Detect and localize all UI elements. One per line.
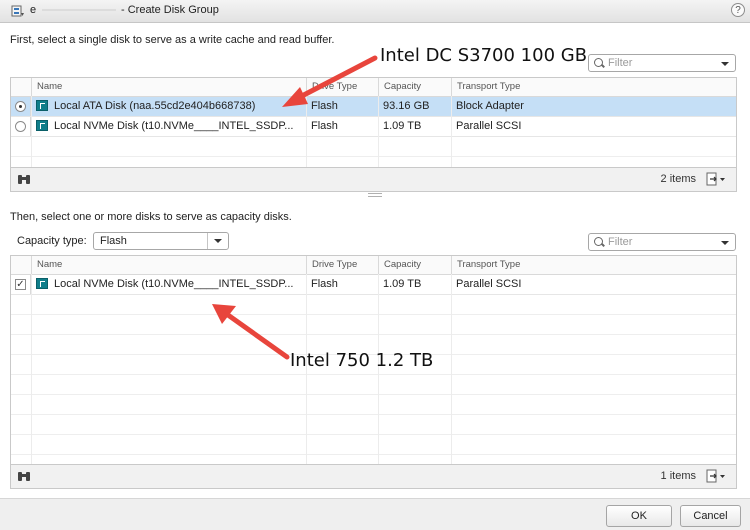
drive-type-cell: Flash (311, 278, 338, 290)
radio-button[interactable] (15, 121, 26, 132)
cache-filter-input[interactable]: Filter (588, 54, 736, 72)
empty-row (11, 395, 736, 415)
disk-name: Local NVMe Disk (t10.NVMe____INTEL_SSDP.… (54, 278, 294, 290)
annotation-top: Intel DC S3700 100 GB (380, 45, 588, 66)
capacity-instruction: Then, select one or more disks to serve … (10, 211, 292, 223)
table-row[interactable]: Local ATA Disk (naa.55cd2e404b668738) Fl… (11, 97, 736, 117)
capacity-cell: 93.16 GB (383, 100, 430, 112)
column-header-capacity[interactable]: Capacity (378, 256, 451, 274)
capacity-type-value: Flash (100, 235, 127, 247)
chevron-down-icon (214, 239, 222, 243)
capacity-table-header: Name Drive Type Capacity Transport Type (11, 256, 736, 275)
flash-disk-icon (36, 99, 48, 111)
empty-row (11, 435, 736, 455)
table-row[interactable]: Local NVMe Disk (t10.NVMe____INTEL_SSDP.… (11, 117, 736, 137)
empty-row (11, 137, 736, 157)
checkbox-checked[interactable]: ✓ (15, 279, 26, 290)
transport-type-cell: Parallel SCSI (456, 278, 522, 290)
column-header-transport-type[interactable]: Transport Type (451, 78, 736, 96)
chevron-down-icon[interactable] (721, 62, 729, 66)
redacted-host-name (42, 9, 116, 11)
ok-button[interactable]: OK (606, 505, 672, 527)
cache-instruction: First, select a single disk to serve as … (10, 34, 335, 46)
help-button[interactable]: ? (731, 3, 745, 17)
column-header-drive-type[interactable]: Drive Type (306, 256, 384, 274)
flash-disk-icon (36, 277, 48, 289)
capacity-type-label: Capacity type: (17, 235, 87, 247)
title-bar: e - Create Disk Group ? (0, 0, 750, 23)
chevron-down-icon[interactable] (721, 241, 729, 245)
disk-name: Local NVMe Disk (t10.NVMe____INTEL_SSDP.… (54, 120, 294, 132)
cache-table-footer: 2 items (10, 168, 737, 192)
column-header-name[interactable]: Name (31, 256, 316, 274)
splitter-handle[interactable] (368, 193, 382, 197)
drive-type-cell: Flash (311, 100, 338, 112)
column-header-drive-type[interactable]: Drive Type (306, 78, 384, 96)
disk-name: Local ATA Disk (naa.55cd2e404b668738) (54, 100, 256, 112)
export-icon[interactable] (705, 172, 727, 186)
capacity-filter-placeholder: Filter (608, 236, 633, 248)
column-header-capacity[interactable]: Capacity (378, 78, 451, 96)
dialog-button-bar: OK Cancel (0, 498, 750, 530)
empty-row (11, 295, 736, 315)
item-count: 1 items (660, 470, 696, 482)
binoculars-icon[interactable] (17, 471, 31, 482)
capacity-filter-input[interactable]: Filter (588, 233, 736, 251)
window-title-prefix: e (30, 4, 37, 16)
empty-row (11, 315, 736, 335)
drive-type-cell: Flash (311, 120, 338, 132)
binoculars-icon[interactable] (17, 174, 31, 185)
capacity-table-footer: 1 items (10, 465, 737, 489)
capacity-type-select[interactable]: Flash (93, 232, 229, 250)
radio-button-selected[interactable] (15, 101, 26, 112)
capacity-cell: 1.09 TB (383, 278, 422, 290)
empty-row (11, 375, 736, 395)
export-icon[interactable] (705, 469, 727, 483)
column-header-name[interactable]: Name (31, 78, 316, 96)
cache-table-header: Name Drive Type Capacity Transport Type (11, 78, 736, 97)
item-count: 2 items (660, 173, 696, 185)
flash-disk-icon (36, 119, 48, 131)
cache-filter-placeholder: Filter (608, 57, 633, 69)
table-row[interactable]: ✓ Local NVMe Disk (t10.NVMe____INTEL_SSD… (11, 275, 736, 295)
annotation-bottom: Intel 750 1.2 TB (290, 350, 434, 371)
window-title: - Create Disk Group (121, 4, 219, 16)
cancel-button[interactable]: Cancel (680, 505, 741, 527)
transport-type-cell: Block Adapter (456, 100, 524, 112)
column-header-transport-type[interactable]: Transport Type (451, 256, 736, 274)
empty-row (11, 415, 736, 435)
cache-disk-table: Name Drive Type Capacity Transport Type … (10, 77, 737, 168)
vsan-disk-group-icon (11, 5, 24, 17)
transport-type-cell: Parallel SCSI (456, 120, 522, 132)
capacity-cell: 1.09 TB (383, 120, 422, 132)
